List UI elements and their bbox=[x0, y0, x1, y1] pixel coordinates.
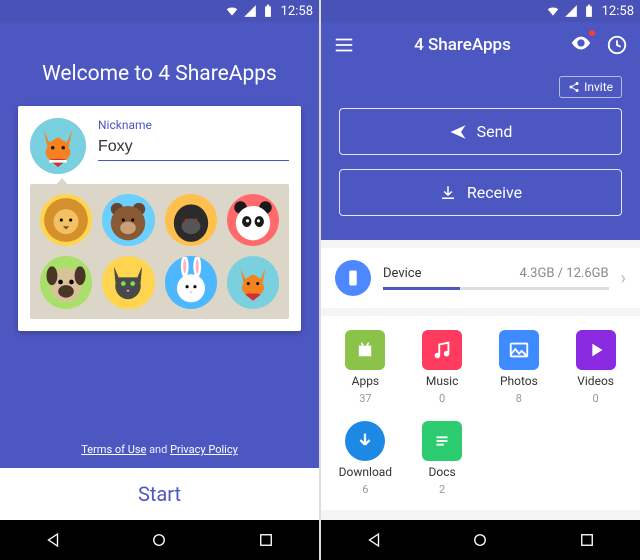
device-usage: 4.3GB / 12.6GB bbox=[519, 266, 608, 281]
android-icon bbox=[354, 339, 376, 361]
home-screen: 12:58 4 ShareApps Invite Send Receive bbox=[321, 0, 640, 560]
android-nav-bar bbox=[0, 520, 319, 560]
pug-icon bbox=[41, 257, 91, 307]
avatar-option-cat[interactable] bbox=[102, 256, 154, 308]
avatar-option-fox[interactable] bbox=[227, 256, 279, 308]
wifi-icon bbox=[546, 4, 560, 18]
chevron-right-icon: › bbox=[621, 268, 626, 289]
battery-icon bbox=[261, 4, 275, 18]
app-bar: 4 ShareApps bbox=[321, 22, 640, 68]
legal-links: Terms of Use and Privacy Policy bbox=[0, 431, 319, 468]
rabbit-icon bbox=[166, 257, 216, 307]
recents-icon[interactable] bbox=[257, 531, 275, 549]
fox-icon bbox=[228, 257, 278, 307]
onboarding-screen: 12:58 Welcome to 4 ShareApps Nickname bbox=[0, 0, 319, 560]
cat-icon bbox=[103, 257, 153, 307]
category-videos[interactable]: Videos0 bbox=[557, 330, 634, 405]
bear-icon bbox=[103, 195, 153, 245]
category-download[interactable]: Download6 bbox=[327, 421, 404, 496]
signal-icon bbox=[564, 4, 578, 18]
avatar-option-bear[interactable] bbox=[102, 194, 154, 246]
nickname-label: Nickname bbox=[98, 118, 289, 132]
back-icon[interactable] bbox=[365, 531, 383, 549]
recents-icon[interactable] bbox=[578, 531, 596, 549]
phone-icon bbox=[335, 260, 371, 296]
download-icon bbox=[439, 184, 457, 202]
avatar-option-panda[interactable] bbox=[227, 194, 279, 246]
invite-button[interactable]: Invite bbox=[559, 76, 622, 98]
status-bar: 12:58 bbox=[0, 0, 319, 22]
download-icon bbox=[354, 430, 376, 452]
nickname-input[interactable] bbox=[98, 134, 289, 161]
app-title: 4 ShareApps bbox=[355, 35, 570, 55]
fox-icon bbox=[30, 118, 86, 174]
device-label: Device bbox=[383, 266, 422, 281]
signal-icon bbox=[243, 4, 257, 18]
privacy-link[interactable]: Privacy Policy bbox=[170, 443, 238, 456]
eye-icon bbox=[570, 32, 592, 54]
avatar-option-lion[interactable] bbox=[40, 194, 92, 246]
lion-icon bbox=[41, 195, 91, 245]
panda-icon bbox=[228, 195, 278, 245]
back-icon[interactable] bbox=[44, 531, 62, 549]
welcome-title: Welcome to 4 ShareApps bbox=[0, 62, 319, 86]
share-icon bbox=[568, 81, 580, 93]
avatar-option-gorilla[interactable] bbox=[165, 194, 217, 246]
menu-icon[interactable] bbox=[333, 34, 355, 56]
home-icon[interactable] bbox=[471, 531, 489, 549]
photo-icon bbox=[508, 339, 530, 361]
category-apps[interactable]: Apps37 bbox=[327, 330, 404, 405]
send-icon bbox=[449, 123, 467, 141]
notification-dot bbox=[589, 30, 595, 36]
avatar-option-pug[interactable] bbox=[40, 256, 92, 308]
category-docs[interactable]: Docs2 bbox=[404, 421, 481, 496]
status-bar: 12:58 bbox=[321, 0, 640, 22]
avatar-option-rabbit[interactable] bbox=[165, 256, 217, 308]
status-time: 12:58 bbox=[602, 4, 634, 19]
selected-avatar[interactable] bbox=[30, 118, 86, 174]
send-button[interactable]: Send bbox=[339, 108, 622, 155]
android-nav-bar bbox=[321, 520, 640, 560]
category-music[interactable]: Music0 bbox=[404, 330, 481, 405]
profile-card: Nickname bbox=[18, 106, 301, 331]
avatar-grid bbox=[30, 184, 289, 319]
terms-link[interactable]: Terms of Use bbox=[81, 443, 146, 456]
home-icon[interactable] bbox=[150, 531, 168, 549]
status-time: 12:58 bbox=[281, 4, 313, 19]
category-photos[interactable]: Photos8 bbox=[481, 330, 558, 405]
play-icon bbox=[585, 339, 607, 361]
visibility-button[interactable] bbox=[570, 32, 592, 58]
history-icon[interactable] bbox=[606, 34, 628, 56]
device-storage-row[interactable]: Device 4.3GB / 12.6GB › bbox=[321, 248, 640, 308]
start-button[interactable]: Start bbox=[0, 468, 319, 520]
storage-progress bbox=[383, 287, 609, 290]
popover-arrow bbox=[54, 178, 70, 187]
receive-button[interactable]: Receive bbox=[339, 169, 622, 216]
wifi-icon bbox=[225, 4, 239, 18]
gorilla-icon bbox=[166, 195, 216, 245]
music-icon bbox=[431, 339, 453, 361]
battery-icon bbox=[582, 4, 596, 18]
category-grid: Apps37 Music0 Photos8 Videos0 Download6 … bbox=[321, 316, 640, 510]
doc-icon bbox=[431, 430, 453, 452]
